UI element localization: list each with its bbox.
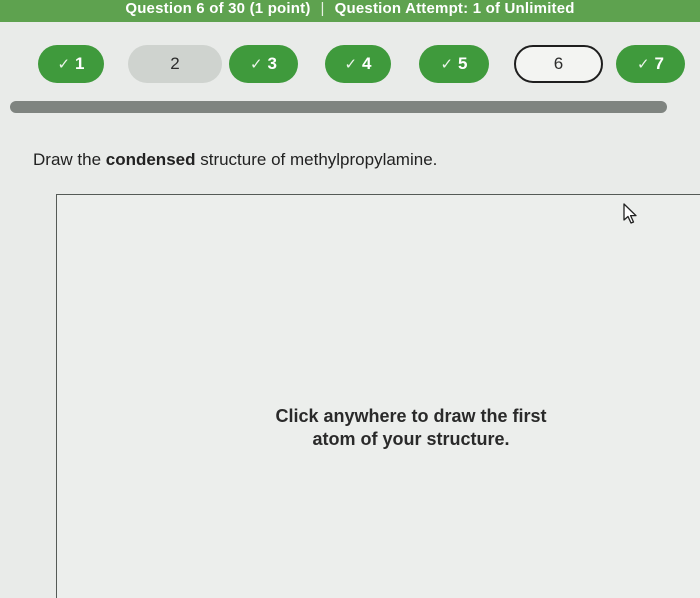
- prompt-prefix: Draw the: [33, 150, 106, 169]
- question-5-button[interactable]: ✓ 5: [419, 45, 489, 83]
- question-number: 1: [75, 54, 85, 73]
- check-icon: ✓: [440, 56, 454, 73]
- canvas-instructions: Click anywhere to draw the first atom of…: [151, 405, 671, 451]
- question-7-button[interactable]: ✓ 7: [616, 45, 685, 83]
- drawing-canvas[interactable]: Click anywhere to draw the first atom of…: [56, 194, 700, 598]
- canvas-instruction-line-1: Click anywhere to draw the first: [275, 406, 547, 426]
- question-number: 7: [654, 54, 665, 73]
- question-number: 5: [458, 54, 468, 73]
- question-number: 2: [170, 54, 180, 73]
- question-number: 3: [267, 54, 278, 73]
- prompt-emphasis: condensed: [105, 150, 196, 169]
- canvas-instruction-line-2: atom of your structure.: [312, 429, 510, 449]
- question-prompt: Draw the condensed structure of methylpr…: [33, 150, 437, 170]
- mouse-pointer-icon: [623, 203, 637, 224]
- progress-bar: [10, 101, 667, 113]
- question-navigator: ✓ 1 2 ✓ 3 ✓ 4 ✓ 5 6 ✓ 7: [0, 0, 700, 100]
- question-1-button[interactable]: ✓ 1: [38, 45, 104, 83]
- check-icon: ✓: [249, 56, 263, 73]
- assessment-page: Question 6 of 30 (1 point) | Question At…: [0, 0, 700, 598]
- question-3-button[interactable]: ✓ 3: [229, 45, 298, 83]
- question-6-button[interactable]: 6: [514, 45, 603, 83]
- question-2-button[interactable]: 2: [128, 45, 222, 83]
- prompt-suffix: structure of methylpropylamine.: [195, 150, 438, 169]
- check-icon: ✓: [344, 56, 358, 73]
- check-icon: ✓: [636, 56, 650, 73]
- question-4-button[interactable]: ✓ 4: [325, 45, 391, 83]
- question-number: 6: [553, 54, 564, 73]
- question-number: 4: [362, 54, 372, 73]
- check-icon: ✓: [57, 56, 71, 73]
